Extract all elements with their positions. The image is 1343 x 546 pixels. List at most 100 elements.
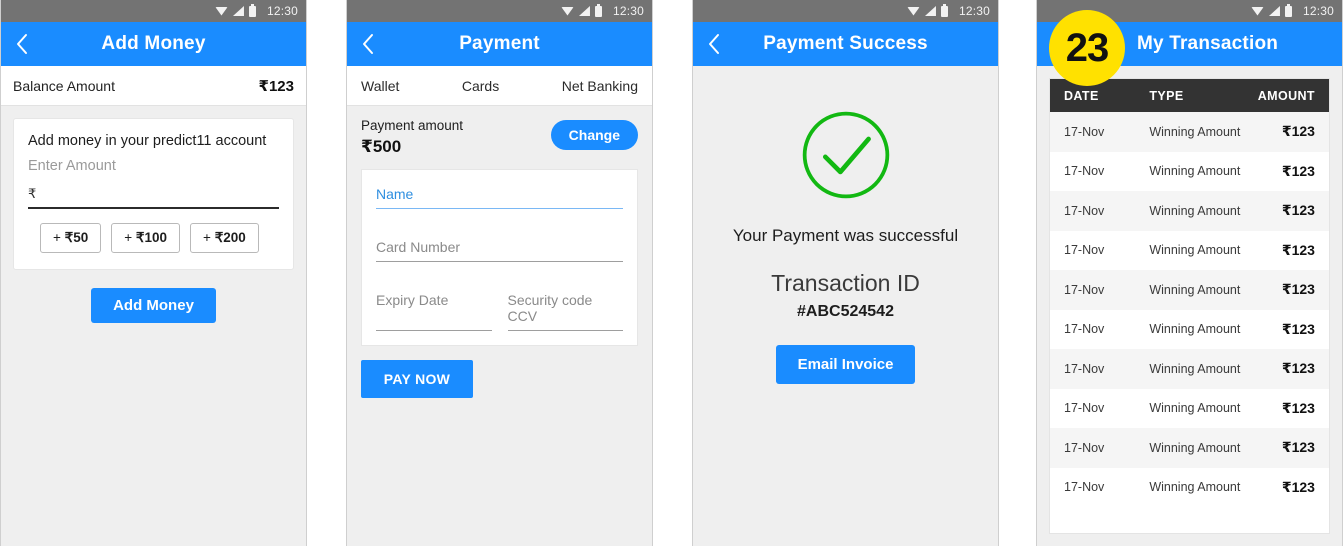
pay-now-button[interactable]: PAY NOW — [361, 359, 473, 398]
amount-input[interactable]: ₹ — [28, 186, 279, 209]
cell-type: Winning Amount — [1149, 203, 1241, 218]
rupee-prefix: ₹ — [28, 186, 37, 201]
quick-amount-chips: + ₹50 + ₹100 + ₹200 — [28, 223, 279, 253]
screen-my-transaction: 12:30 My Transaction 23 DATE TYPE AMOUNT… — [1036, 0, 1343, 546]
table-row[interactable]: 17-Nov Winning Amount ₹123 — [1050, 191, 1329, 231]
status-bar-icons: 12:30 — [560, 3, 644, 18]
chip-plus-sign: + — [203, 230, 211, 245]
signal-icon — [578, 6, 590, 16]
payment-amount-block: Payment amount ₹500 — [361, 116, 463, 157]
back-button[interactable] — [9, 31, 35, 57]
cell-type: Winning Amount — [1149, 440, 1241, 455]
add-money-button[interactable]: Add Money — [91, 288, 216, 323]
cell-date: 17-Nov — [1064, 203, 1105, 218]
status-bar: 12:30 — [347, 0, 652, 22]
status-bar: 12:30 — [693, 0, 998, 22]
chip-plus-sign: + — [53, 230, 61, 245]
screenshot-canvas: 12:30 Add Money Balance Amount ₹123 Add … — [0, 0, 1343, 546]
table-row[interactable]: 17-Nov Winning Amount ₹123 — [1050, 152, 1329, 192]
status-bar-icons: 12:30 — [214, 3, 298, 18]
table-row[interactable]: 17-Nov Winning Amount ₹123 — [1050, 231, 1329, 271]
cvv-field[interactable]: Security code CCV — [507, 292, 623, 331]
cell-date: 17-Nov — [1064, 440, 1105, 455]
status-bar: 12:30 — [1, 0, 306, 22]
expiry-date-field[interactable]: Expiry Date — [376, 292, 492, 331]
cell-amount: ₹123 — [1281, 281, 1315, 298]
status-bar-clock: 12:30 — [1302, 4, 1334, 18]
tab-wallet[interactable]: Wallet — [361, 78, 399, 94]
table-row[interactable]: 17-Nov Winning Amount ₹123 — [1050, 349, 1329, 389]
success-content: Your Payment was successful Transaction … — [693, 66, 998, 384]
chevron-left-icon — [17, 34, 27, 54]
balance-value: ₹123 — [258, 77, 294, 95]
cell-amount: ₹123 — [1281, 399, 1315, 416]
screen-payment: 12:30 Payment Wallet Cards Net Banking P… — [346, 0, 653, 546]
cell-date: 17-Nov — [1064, 164, 1105, 179]
cell-date: 17-Nov — [1064, 361, 1105, 376]
cell-type: Winning Amount — [1149, 401, 1241, 416]
column-header-date: DATE — [1064, 88, 1099, 103]
cell-type: Winning Amount — [1149, 322, 1241, 337]
add-money-card-title: Add money in your predict11 account — [28, 133, 267, 149]
payment-amount-label: Payment amount — [361, 118, 464, 133]
balance-label: Balance Amount — [13, 77, 115, 94]
check-circle-icon — [802, 111, 889, 199]
tab-net-banking[interactable]: Net Banking — [562, 78, 638, 94]
cell-amount: ₹123 — [1281, 439, 1315, 456]
email-invoice-button[interactable]: Email Invoice — [775, 345, 916, 384]
table-row[interactable]: 17-Nov Winning Amount ₹123 — [1050, 112, 1329, 152]
name-field[interactable]: Name — [376, 186, 623, 209]
add-money-card: Add money in your predict11 account Ente… — [13, 118, 294, 270]
back-button[interactable] — [355, 31, 381, 57]
payment-amount-value: ₹500 — [361, 136, 402, 156]
enter-amount-label: Enter Amount — [28, 158, 116, 174]
cell-date: 17-Nov — [1064, 322, 1105, 337]
status-bar-clock: 12:30 — [266, 4, 298, 18]
chevron-left-icon — [709, 34, 719, 54]
expiry-cvv-row: Expiry Date Security code CCV — [376, 292, 623, 331]
back-button[interactable] — [701, 31, 727, 57]
signal-icon — [1268, 6, 1280, 16]
status-bar-clock: 12:30 — [612, 4, 644, 18]
chip-amount: ₹50 — [64, 230, 89, 245]
transactions-table: DATE TYPE AMOUNT 17-Nov Winning Amount ₹… — [1049, 78, 1330, 534]
wifi-icon — [560, 6, 574, 16]
balance-row: Balance Amount ₹123 — [1, 66, 306, 106]
card-number-field[interactable]: Card Number — [376, 239, 623, 262]
table-row[interactable]: 17-Nov Winning Amount ₹123 — [1050, 389, 1329, 429]
quick-amount-chip-200[interactable]: + ₹200 — [190, 223, 259, 253]
table-row[interactable]: 17-Nov Winning Amount ₹123 — [1050, 270, 1329, 310]
cell-date: 17-Nov — [1064, 124, 1105, 139]
change-amount-button[interactable]: Change — [550, 120, 638, 150]
transaction-id-value: #ABC524542 — [797, 303, 894, 320]
cell-date: 17-Nov — [1064, 480, 1105, 495]
step-badge: 23 — [1049, 10, 1125, 86]
cell-amount: ₹123 — [1281, 162, 1315, 179]
status-bar-clock: 12:30 — [958, 4, 990, 18]
status-bar-icons: 12:30 — [906, 3, 990, 18]
column-header-amount: AMOUNT — [1257, 88, 1315, 103]
cell-date: 17-Nov — [1064, 401, 1105, 416]
tab-cards[interactable]: Cards — [462, 78, 499, 94]
cell-type: Winning Amount — [1149, 243, 1241, 258]
table-row[interactable]: 17-Nov Winning Amount ₹123 — [1050, 428, 1329, 468]
chevron-left-icon — [363, 34, 373, 54]
table-row[interactable]: 17-Nov Winning Amount ₹123 — [1050, 310, 1329, 350]
page-title: Payment — [459, 33, 540, 54]
cell-amount: ₹123 — [1281, 241, 1315, 258]
cell-date: 17-Nov — [1064, 243, 1105, 258]
battery-icon — [940, 3, 948, 17]
chip-amount: ₹100 — [135, 230, 168, 245]
page-title: Add Money — [101, 33, 206, 54]
status-bar-icons: 12:30 — [1250, 3, 1334, 18]
page-title: Payment Success — [763, 33, 928, 54]
cell-amount: ₹123 — [1281, 123, 1315, 140]
signal-icon — [924, 6, 936, 16]
cell-amount: ₹123 — [1281, 320, 1315, 337]
quick-amount-chip-100[interactable]: + ₹100 — [111, 223, 181, 253]
quick-amount-chip-50[interactable]: + ₹50 — [40, 223, 102, 253]
chip-plus-sign: + — [124, 230, 133, 245]
app-bar-add-money: Add Money — [1, 22, 306, 66]
table-row[interactable]: 17-Nov Winning Amount ₹123 — [1050, 468, 1329, 508]
